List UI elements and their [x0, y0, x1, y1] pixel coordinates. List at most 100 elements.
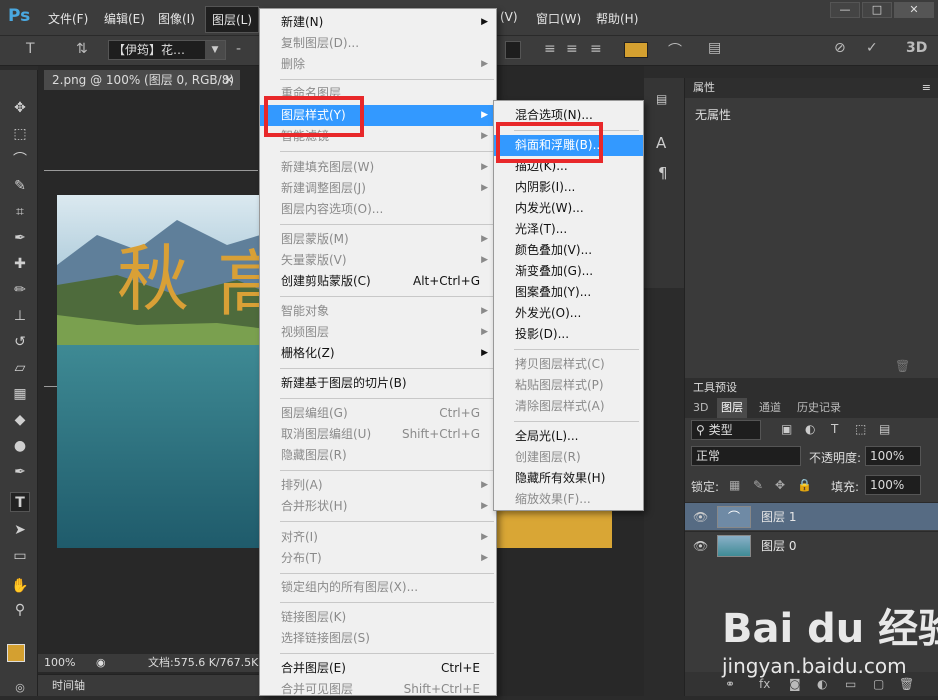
align-right-icon[interactable]: ≡	[590, 41, 602, 57]
move-tool-icon[interactable]: ✥	[10, 98, 30, 118]
paragraph-panel-icon[interactable]: ¶	[658, 164, 668, 182]
menu-file[interactable]: 文件(F)	[48, 10, 88, 27]
text-color-swatch[interactable]	[624, 42, 648, 58]
layer-row[interactable]: 👁 图层 0	[685, 531, 938, 559]
layer-name[interactable]: 图层 0	[761, 532, 796, 560]
menu-global-light[interactable]: 全局光(L)...	[494, 426, 643, 447]
pen-tool-icon[interactable]: ✒	[10, 462, 30, 482]
menu-link-layers[interactable]: 链接图层(K)	[260, 607, 496, 628]
character-panel-icon[interactable]: A	[656, 134, 666, 152]
lasso-tool-icon[interactable]: ⌒	[10, 150, 30, 170]
cancel-edit-icon[interactable]: ⊘	[834, 40, 846, 56]
tab-channels[interactable]: 通道	[759, 398, 781, 418]
menu-layer[interactable]: 图层(L)	[205, 6, 260, 33]
menu-drop-shadow[interactable]: 投影(D)...	[494, 324, 643, 345]
timeline-tab[interactable]: 时间轴	[38, 674, 260, 696]
zoom-level[interactable]: 100%	[44, 654, 75, 672]
menu-delete[interactable]: 删除 ▶	[260, 54, 496, 75]
menu-paste-layer-style[interactable]: 粘贴图层样式(P)	[494, 375, 643, 396]
menu-inner-shadow[interactable]: 内阴影(I)...	[494, 177, 643, 198]
close-tab-icon[interactable]: ✕	[224, 70, 234, 90]
orientation-toggle-icon[interactable]: ⇅	[76, 41, 88, 57]
menu-hide-layers[interactable]: 隐藏图层(R)	[260, 445, 496, 466]
opacity-input[interactable]: 100%	[865, 446, 921, 466]
menu-edit[interactable]: 编辑(E)	[104, 10, 145, 27]
quick-select-tool-icon[interactable]: ✎	[10, 176, 30, 196]
foreground-color-swatch[interactable]	[7, 644, 25, 662]
align-left-icon[interactable]: ≡	[544, 41, 556, 57]
commit-edit-icon[interactable]: ✓	[866, 40, 878, 56]
menu-ungroup-layers[interactable]: 取消图层编组(U) Shift+Ctrl+G	[260, 424, 496, 445]
lock-all-icon[interactable]: 🔒	[797, 478, 812, 492]
tab-layers[interactable]: 图层	[717, 398, 747, 418]
tab-3d[interactable]: 3D	[693, 398, 708, 418]
menu-select-linked-layers[interactable]: 选择链接图层(S)	[260, 628, 496, 649]
eyedropper-tool-icon[interactable]: ✒	[10, 228, 30, 248]
warp-text-icon[interactable]: ⌒	[668, 40, 682, 60]
path-select-icon[interactable]: ➤	[10, 520, 30, 540]
menu-rasterize[interactable]: 栅格化(Z) ▶	[260, 343, 496, 364]
menu-create-clipping-mask[interactable]: 创建剪贴蒙版(C) Alt+Ctrl+G	[260, 271, 496, 292]
menu-combine-shapes[interactable]: 合并形状(H) ▶	[260, 496, 496, 517]
layer-row[interactable]: 👁 ⌒ 图层 1	[685, 502, 938, 530]
trash-icon[interactable]: 🗑	[895, 359, 910, 373]
menu-layer-content-options[interactable]: 图层内容选项(O)...	[260, 199, 496, 220]
blur-tool-icon[interactable]: ◆	[10, 410, 30, 430]
menu-vector-mask[interactable]: 矢量蒙版(V) ▶	[260, 250, 496, 271]
menu-copy-layer-style[interactable]: 拷贝图层样式(C)	[494, 354, 643, 375]
document-tab[interactable]: 2.png @ 100% (图层 0, RGB/8) ✕	[44, 70, 240, 90]
menu-outer-glow[interactable]: 外发光(O)...	[494, 303, 643, 324]
eraser-tool-icon[interactable]: ▱	[10, 358, 30, 378]
text-tool-icon[interactable]: T	[26, 41, 35, 57]
menu-new[interactable]: 新建(N) ▶	[260, 12, 496, 33]
font-style-dropdown[interactable]: -	[236, 41, 241, 57]
menu-new-adjustment-layer[interactable]: 新建调整图层(J) ▶	[260, 178, 496, 199]
menu-gradient-overlay[interactable]: 渐变叠加(G)...	[494, 261, 643, 282]
zoom-tool-icon[interactable]: ⚲	[10, 600, 30, 620]
filter-pixel-icon[interactable]: ▣	[781, 422, 792, 436]
menu-view[interactable]: (V)	[500, 10, 518, 24]
filter-smart-icon[interactable]: ▤	[879, 422, 890, 436]
menu-video-layers[interactable]: 视频图层 ▶	[260, 322, 496, 343]
menu-distribute[interactable]: 分布(T) ▶	[260, 548, 496, 569]
tool-presets-header[interactable]: 工具预设	[685, 378, 938, 398]
menu-new-layer-based-slice[interactable]: 新建基于图层的切片(B)	[260, 373, 496, 394]
filter-shape-icon[interactable]: ⬚	[855, 422, 866, 436]
fill-input[interactable]: 100%	[865, 475, 921, 495]
menu-create-layer[interactable]: 创建图层(R)	[494, 447, 643, 468]
close-window-button[interactable]: ✕	[894, 2, 934, 18]
type-tool-icon[interactable]: T	[10, 492, 30, 512]
lock-pixels-icon[interactable]: ✎	[753, 478, 763, 492]
menu-clear-layer-style[interactable]: 清除图层样式(A)	[494, 396, 643, 417]
healing-brush-icon[interactable]: ✚	[10, 254, 30, 274]
gradient-tool-icon[interactable]: ▦	[10, 384, 30, 404]
menu-new-fill-layer[interactable]: 新建填充图层(W) ▶	[260, 157, 496, 178]
brush-tool-icon[interactable]: ✏	[10, 280, 30, 300]
quick-mask-icon[interactable]: ◎	[10, 678, 30, 698]
menu-group-layers[interactable]: 图层编组(G) Ctrl+G	[260, 403, 496, 424]
menu-merge-visible[interactable]: 合并可见图层 Shift+Ctrl+E	[260, 679, 496, 700]
maximize-button[interactable]: □	[862, 2, 892, 18]
history-panel-icon[interactable]: ▤	[656, 92, 667, 106]
lock-transparency-icon[interactable]: ▦	[729, 478, 740, 492]
font-size-dropdown[interactable]	[505, 41, 521, 59]
crop-tool-icon[interactable]: ⌗	[10, 202, 30, 222]
layer-filter-dropdown[interactable]: ⚲ 类型	[691, 420, 761, 440]
dodge-tool-icon[interactable]: ●	[10, 436, 30, 456]
filter-type-icon[interactable]: T	[831, 422, 838, 436]
visibility-eye-icon[interactable]: 👁	[693, 503, 708, 531]
menu-help[interactable]: 帮助(H)	[596, 10, 638, 27]
menu-smart-object[interactable]: 智能对象 ▶	[260, 301, 496, 322]
filter-adjustment-icon[interactable]: ◐	[805, 422, 815, 436]
menu-window[interactable]: 窗口(W)	[536, 10, 581, 27]
menu-hide-all-effects[interactable]: 隐藏所有效果(H)	[494, 468, 643, 489]
rectangle-tool-icon[interactable]: ▭	[10, 546, 30, 566]
layer-name[interactable]: 图层 1	[761, 503, 796, 531]
tab-history[interactable]: 历史记录	[797, 398, 841, 418]
character-panel-icon[interactable]: ▤	[708, 40, 721, 56]
menu-lock-layers-in-group[interactable]: 锁定组内的所有图层(X)...	[260, 577, 496, 598]
clone-stamp-icon[interactable]: ⊥	[10, 306, 30, 326]
panel-menu-icon[interactable]: ≡	[922, 78, 931, 98]
menu-align[interactable]: 对齐(I) ▶	[260, 527, 496, 548]
3d-icon[interactable]: 3D	[906, 40, 927, 56]
